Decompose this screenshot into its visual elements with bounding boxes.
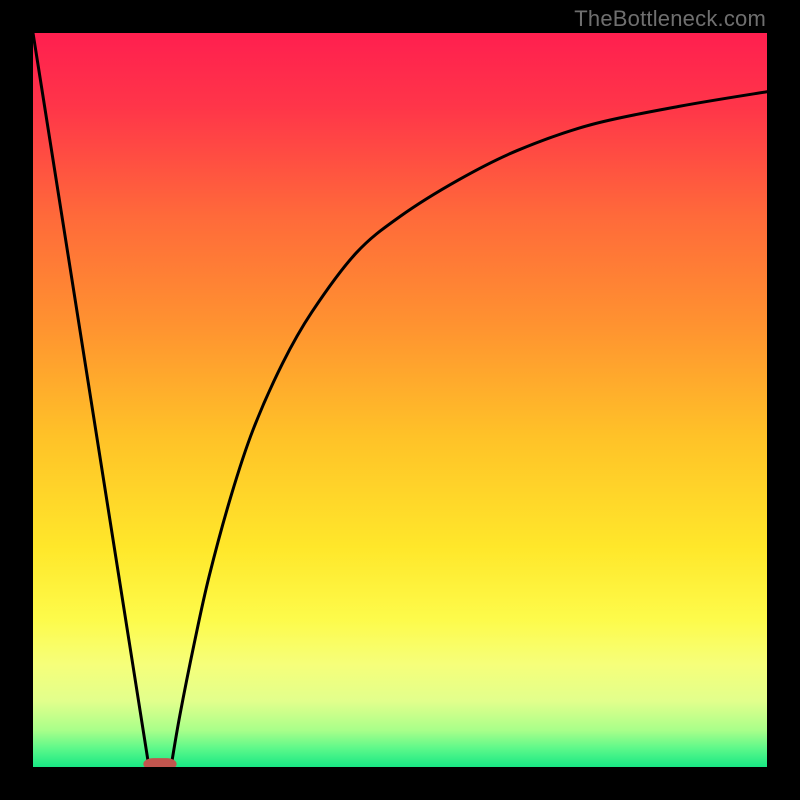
plot-area [33,33,767,767]
watermark-text: TheBottleneck.com [574,6,766,32]
minimum-marker [144,759,176,767]
chart-frame: TheBottleneck.com [0,0,800,800]
gradient-background [33,33,767,767]
chart-svg [33,33,767,767]
